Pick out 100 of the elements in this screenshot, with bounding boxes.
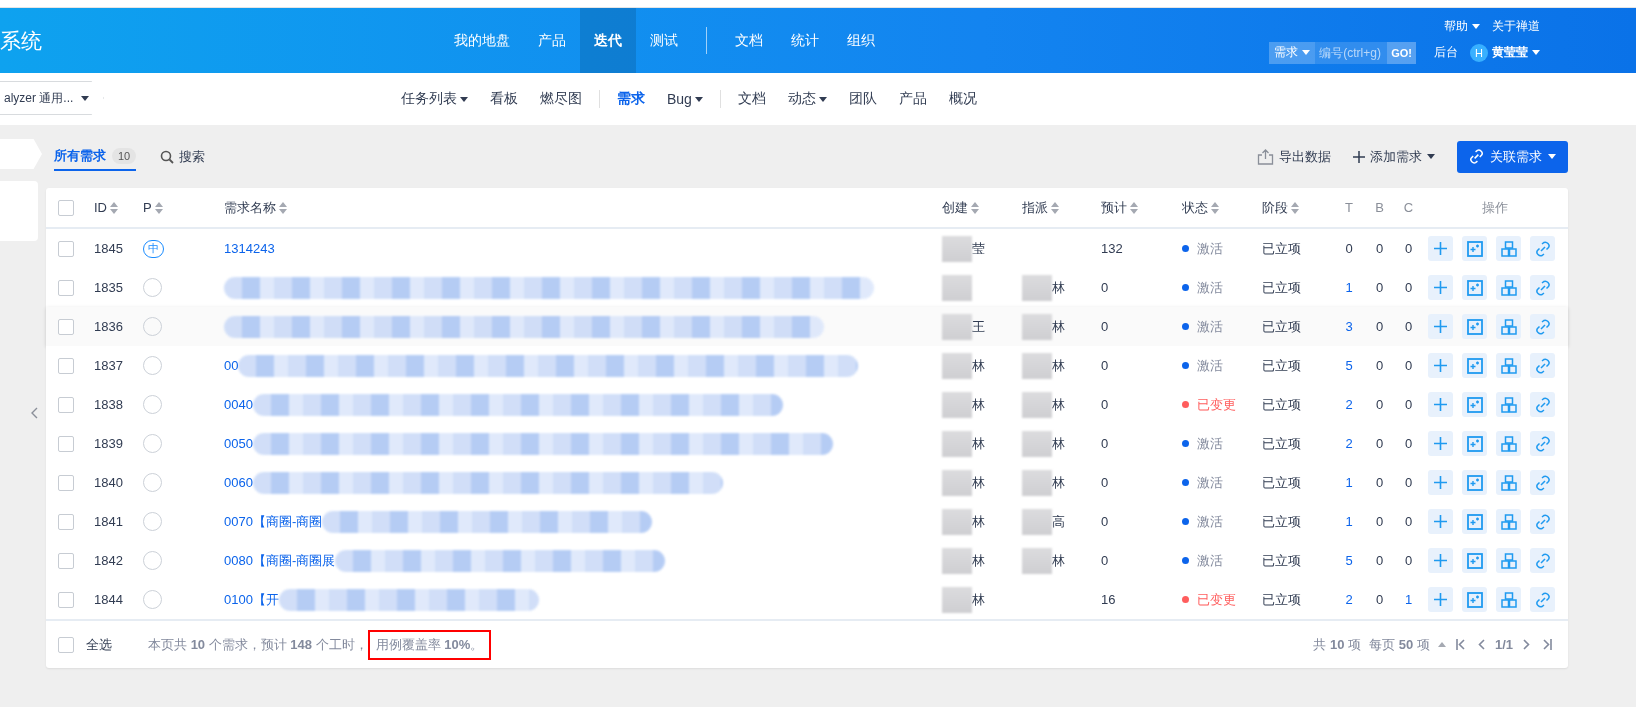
table-row[interactable]: 1845 中 1314243 莹 132 激活 已立项 0 0 0 [46,229,1568,268]
split-button[interactable] [1496,587,1521,612]
column-header[interactable]: 创建 [942,198,968,217]
nav-item[interactable]: 组织 [833,8,889,73]
subnav-item[interactable]: 文档 [726,90,777,108]
add-requirement-button[interactable]: 添加需求 [1353,147,1435,166]
split-button[interactable] [1496,548,1521,573]
checkbox[interactable] [58,552,74,569]
sort-icon[interactable] [1051,201,1059,214]
edit-button[interactable] [1462,587,1487,612]
link-requirement-button[interactable]: 关联需求 [1457,140,1568,173]
edit-button[interactable] [1462,431,1487,456]
nav-item[interactable]: 迭代 [580,8,636,73]
nav-item[interactable]: 产品 [524,8,580,73]
split-button[interactable] [1496,236,1521,261]
subnav-item[interactable]: 概况 [937,90,988,108]
add-button[interactable] [1428,236,1453,261]
admin-link[interactable]: 后台 [1434,44,1458,61]
add-button[interactable] [1428,353,1453,378]
checkbox[interactable] [58,636,74,653]
split-button[interactable] [1496,392,1521,417]
checkbox[interactable] [58,279,74,296]
count-link[interactable]: 1 [1334,280,1364,295]
sort-icon[interactable] [279,201,287,214]
checkbox[interactable] [58,318,74,335]
count-link[interactable]: 1 [1334,475,1364,490]
split-button[interactable] [1496,353,1521,378]
checkbox[interactable] [58,435,74,452]
add-button[interactable] [1428,431,1453,456]
column-header[interactable]: 状态 [1182,198,1208,217]
nav-item[interactable]: 统计 [777,8,833,73]
checkbox[interactable] [58,240,74,257]
table-row[interactable]: 1837 00 林 林 0 激活 已立项 5 0 0 [46,346,1568,385]
nav-item[interactable]: 文档 [721,8,777,73]
count-link[interactable]: 3 [1334,319,1364,334]
requirement-link[interactable]: 0070【商圈-商圈 [224,512,323,531]
checkbox[interactable] [58,357,74,374]
link-button[interactable] [1530,587,1555,612]
previous-page-button[interactable] [1475,639,1487,650]
last-page-button[interactable] [1540,639,1554,650]
sort-icon[interactable] [154,201,163,214]
column-header[interactable]: 预计 [1101,198,1127,217]
subnav-item[interactable]: 产品 [887,90,938,108]
split-button[interactable] [1496,509,1521,534]
requirement-link[interactable]: 1314243 [224,241,275,256]
checkbox[interactable] [58,474,74,491]
table-row[interactable]: 1839 0050 林 林 0 激活 已立项 2 0 0 [46,424,1568,463]
add-button[interactable] [1428,275,1453,300]
link-button[interactable] [1530,314,1555,339]
split-button[interactable] [1496,431,1521,456]
page-size-select[interactable]: 每页 50 项 [1369,635,1430,654]
first-page-button[interactable] [1453,639,1468,650]
column-header[interactable]: ID [94,200,107,215]
edit-button[interactable] [1462,314,1487,339]
sort-icon[interactable] [1211,201,1219,214]
sort-icon[interactable] [110,201,118,214]
table-row[interactable]: 1842 0080【商圈-商圈展 林 林 0 激活 已立项 5 0 0 [46,541,1568,580]
split-button[interactable] [1496,314,1521,339]
link-button[interactable] [1530,236,1555,261]
table-row[interactable]: 1835 林 0 激活 已立项 1 0 0 [46,268,1568,307]
edit-button[interactable] [1462,392,1487,417]
project-select[interactable]: alyzer 通用... [0,81,104,115]
link-button[interactable] [1530,548,1555,573]
count-link[interactable]: 1 [1395,592,1422,607]
edit-button[interactable] [1462,275,1487,300]
table-row[interactable]: 1844 0100【开 林 16 已变更 已立项 2 0 1 [46,580,1568,619]
user-menu[interactable]: H 黄莹莹 [1470,43,1540,62]
table-row[interactable]: 1840 0060 林 林 0 激活 已立项 1 0 0 [46,463,1568,502]
split-button[interactable] [1496,470,1521,495]
add-button[interactable] [1428,392,1453,417]
select-all-label[interactable]: 全选 [86,635,112,654]
next-page-button[interactable] [1521,639,1532,650]
subnav-item[interactable]: 看板 [479,90,529,108]
search-link[interactable]: 搜索 [160,147,206,166]
checkbox[interactable] [58,396,74,413]
edit-button[interactable] [1462,548,1487,573]
help-menu[interactable]: 帮助 [1444,17,1480,35]
edit-button[interactable] [1462,509,1487,534]
count-link[interactable]: 1 [1334,514,1364,529]
split-button[interactable] [1496,275,1521,300]
edit-button[interactable] [1462,236,1487,261]
about-link[interactable]: 关于禅道 [1492,17,1540,35]
subnav-item[interactable]: 燃尽图 [529,90,593,108]
link-button[interactable] [1530,509,1555,534]
subnav-item[interactable]: Bug [656,91,714,107]
count-link[interactable]: 2 [1334,397,1364,412]
subnav-item[interactable]: 任务列表 [390,90,479,108]
sort-icon[interactable] [1130,201,1138,214]
nav-item[interactable]: 我的地盘 [440,8,524,73]
column-header[interactable]: 指派 [1022,198,1048,217]
search-type-select[interactable]: 需求 [1269,41,1316,64]
requirement-link[interactable]: 0080【商圈-商圈展 [224,551,336,570]
requirement-link[interactable]: 0050 [224,436,253,451]
sort-icon[interactable] [971,201,979,214]
chevron-left-icon[interactable] [31,407,39,419]
count-link[interactable]: 2 [1334,436,1364,451]
link-button[interactable] [1530,470,1555,495]
link-button[interactable] [1530,392,1555,417]
subnav-item[interactable]: 团队 [837,90,888,108]
add-button[interactable] [1428,548,1453,573]
